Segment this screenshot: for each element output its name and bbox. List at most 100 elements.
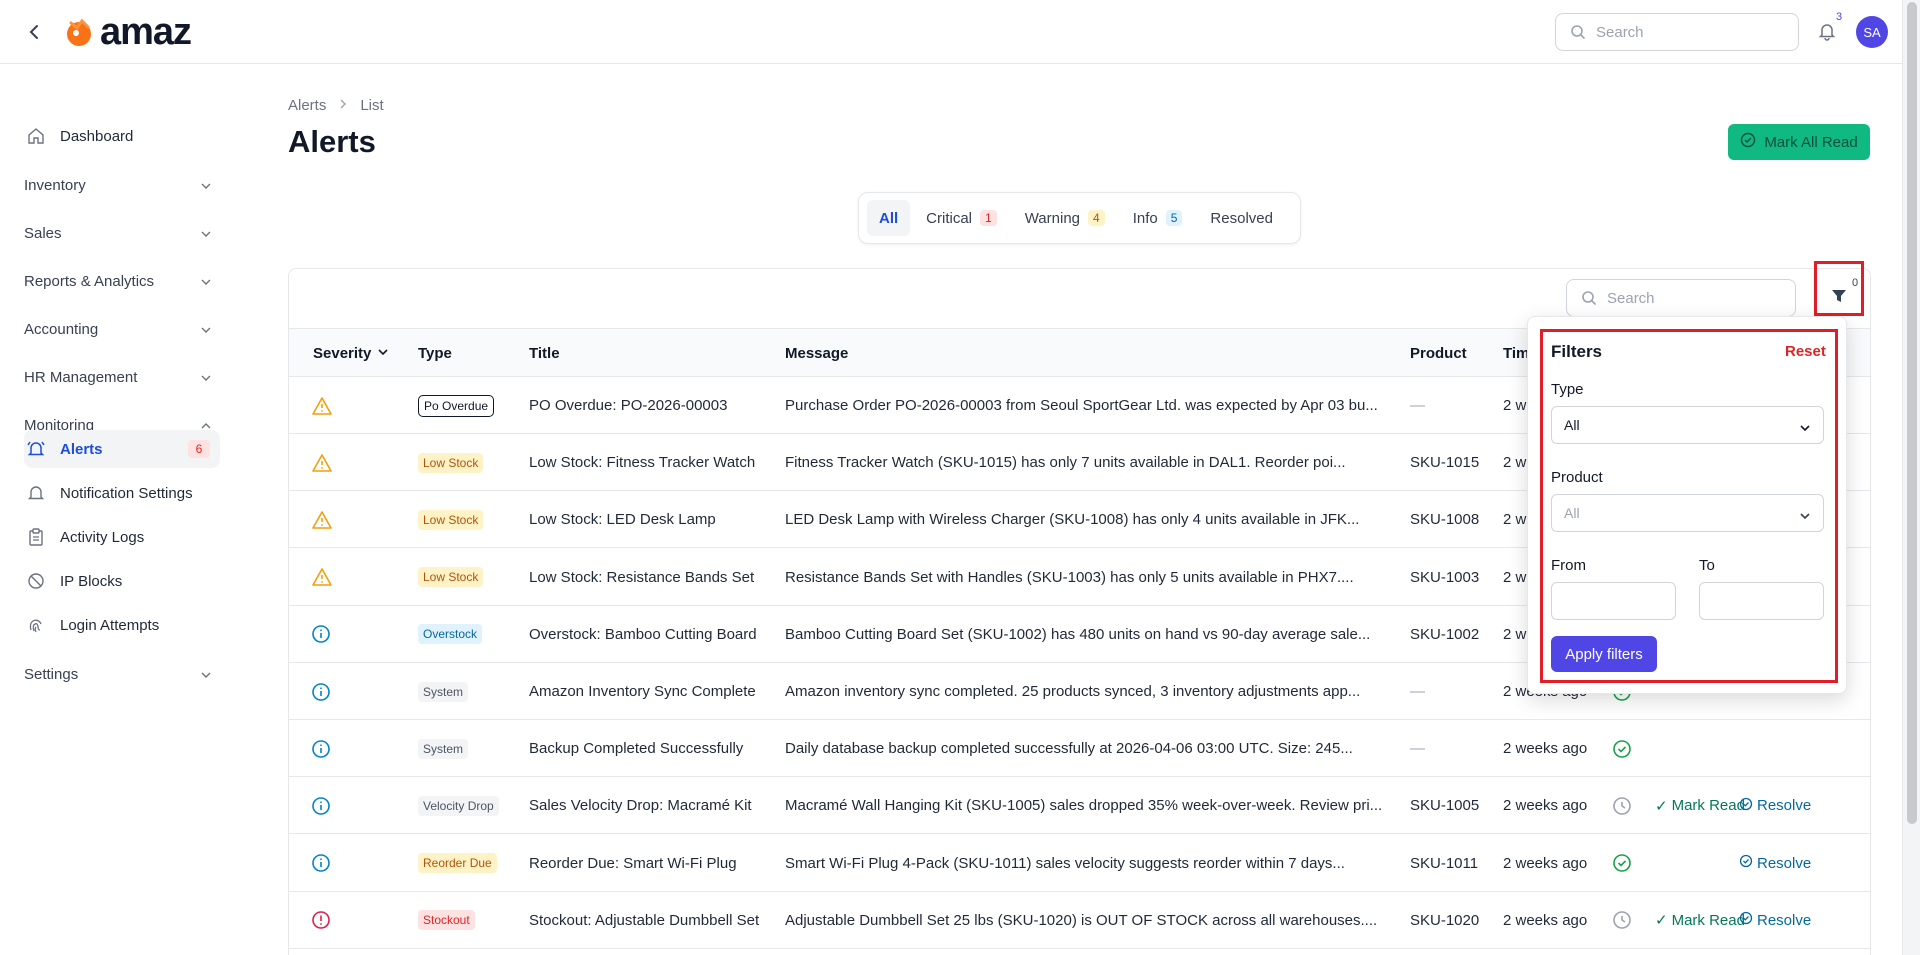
filter-icon[interactable] <box>1826 283 1852 309</box>
column-header-message: Message <box>785 345 849 362</box>
read-check-icon <box>1612 835 1632 892</box>
resolve-label: Resolve <box>1757 911 1812 929</box>
breadcrumb-root-link[interactable]: Alerts <box>288 97 326 114</box>
chevron-down-icon <box>200 371 212 388</box>
filters-reset-button[interactable]: Reset <box>1785 343 1826 360</box>
sidebar-item-settings[interactable]: Settings <box>24 654 220 694</box>
type-cell: Velocity Drop <box>418 777 499 834</box>
page-scrollbar[interactable] <box>1902 0 1920 955</box>
table-row[interactable]: Velocity Drop Sales Velocity Drop: Macram… <box>289 777 1870 835</box>
alert-circle-icon <box>311 892 331 949</box>
tab-warning[interactable]: Warning 4 <box>1013 200 1117 236</box>
filter-from-date-input[interactable] <box>1551 582 1676 620</box>
filter-to-date-input[interactable] <box>1699 582 1824 620</box>
sidebar-item-hr[interactable]: HR Management <box>24 357 220 397</box>
sidebar-item-label: Reports & Analytics <box>24 272 155 290</box>
sidebar-item-ip-blocks[interactable]: IP Blocks <box>24 562 220 600</box>
filter-product-label: Product <box>1551 469 1603 486</box>
filter-type-select[interactable]: All <box>1551 406 1824 444</box>
sidebar-item-label: Inventory <box>24 176 86 194</box>
home-icon <box>24 124 48 148</box>
sidebar-item-activity-logs[interactable]: Activity Logs <box>24 518 220 556</box>
message-cell: LED Desk Lamp with Wireless Charger (SKU… <box>785 511 1360 529</box>
warning-triangle-icon <box>311 377 333 434</box>
column-header-severity[interactable]: Severity <box>313 345 389 362</box>
type-badge: System <box>418 738 469 759</box>
sidebar-item-accounting[interactable]: Accounting <box>24 309 220 349</box>
resolve-button[interactable]: Resolve <box>1739 892 1811 949</box>
sidebar-item-label: Dashboard <box>60 127 134 145</box>
mark-read-label: Mark Read <box>1671 911 1745 929</box>
tab-info[interactable]: Info 5 <box>1121 200 1195 236</box>
sidebar-item-reports[interactable]: Reports & Analytics <box>24 261 220 301</box>
column-header-time: Tim <box>1503 345 1530 362</box>
filter-product-select[interactable]: All <box>1551 494 1824 532</box>
resolve-button[interactable]: Resolve <box>1739 777 1811 834</box>
filter-type-label: Type <box>1551 381 1584 398</box>
info-circle-icon <box>311 720 331 777</box>
column-header-product: Product <box>1410 345 1467 362</box>
type-badge: Low Stock <box>418 509 484 530</box>
table-row[interactable]: Reorder Due Reorder Due: Smart Wi-Fi Plug… <box>289 835 1870 892</box>
filters-title: Filters <box>1551 342 1603 361</box>
type-badge: Overstock <box>418 624 483 645</box>
warning-triangle-icon <box>311 491 333 548</box>
column-header-title: Title <box>529 345 560 362</box>
filter-from-label: From <box>1551 557 1586 574</box>
message-cell: Daily database backup completed successf… <box>785 740 1353 758</box>
app-logo[interactable]: amaz <box>62 12 192 52</box>
tab-all[interactable]: All <box>867 200 911 236</box>
sidebar-item-login-attempts[interactable]: Login Attempts <box>24 606 220 644</box>
sidebar-item-alerts[interactable]: Alerts 6 <box>24 430 220 468</box>
tab-count-badge: 1 <box>980 210 997 226</box>
top-bar: amaz Search 3 SA <box>0 0 1902 64</box>
column-header-label: Severity <box>313 345 372 362</box>
tab-critical[interactable]: Critical 1 <box>914 200 1009 236</box>
sidebar-item-label: Sales <box>24 224 62 242</box>
chevron-down-icon <box>200 668 212 685</box>
table-row[interactable]: Stockout Stockout: Adjustable Dumbbell Se… <box>289 892 1870 949</box>
clock-icon <box>1612 892 1632 949</box>
sidebar-item-label: IP Blocks <box>60 572 123 590</box>
search-icon <box>1581 290 1597 310</box>
tab-label: All <box>879 209 899 227</box>
table-row[interactable]: System Backup Completed Successfully Daily… <box>289 720 1870 778</box>
alarm-bell-icon <box>24 437 48 461</box>
table-search-input[interactable]: Search <box>1566 279 1796 317</box>
type-badge: Velocity Drop <box>418 795 499 816</box>
resolve-button[interactable]: Resolve <box>1739 835 1811 892</box>
type-cell: Stockout <box>418 892 475 949</box>
apply-filters-button[interactable]: Apply filters <box>1551 636 1657 672</box>
chevron-down-icon <box>1799 509 1811 525</box>
product-cell: SKU-1011 <box>1410 854 1479 872</box>
mark-read-button[interactable]: ✓ Mark Read <box>1655 777 1745 834</box>
avatar[interactable]: SA <box>1856 16 1888 48</box>
sidebar-item-notification-settings[interactable]: Notification Settings <box>24 474 220 512</box>
title-cell: Low Stock: Resistance Bands Set <box>529 568 755 586</box>
sidebar-item-label: Login Attempts <box>60 616 160 634</box>
back-arrow-icon[interactable] <box>22 20 46 44</box>
time-cell: 2 weeks ago <box>1503 797 1588 815</box>
global-search-input[interactable]: Search <box>1555 13 1799 51</box>
sidebar-item-inventory[interactable]: Inventory <box>24 165 220 205</box>
message-cell: Bamboo Cutting Board Set (SKU-1002) has … <box>785 625 1371 643</box>
scrollbar-thumb[interactable] <box>1907 2 1917 824</box>
chevron-down-icon <box>377 345 389 362</box>
sidebar-item-sales[interactable]: Sales <box>24 213 220 253</box>
product-cell: — <box>1410 397 1425 414</box>
tab-resolved[interactable]: Resolved <box>1198 200 1285 236</box>
block-icon <box>24 569 48 593</box>
check-circle-icon <box>1739 797 1753 815</box>
sidebar-item-label: Activity Logs <box>60 528 145 546</box>
resolve-label: Resolve <box>1757 854 1812 872</box>
mark-all-read-button[interactable]: Mark All Read <box>1728 124 1870 160</box>
chevron-down-icon <box>1799 421 1811 437</box>
sidebar-item-dashboard[interactable]: Dashboard <box>24 116 220 156</box>
type-badge: Low Stock <box>418 567 484 588</box>
mark-read-button[interactable]: ✓ Mark Read <box>1655 892 1745 949</box>
info-circle-icon <box>311 777 331 834</box>
sidebar-item-label: Notification Settings <box>60 484 193 502</box>
product-cell: SKU-1008 <box>1410 511 1480 529</box>
type-badge: System <box>418 681 469 702</box>
tab-label: Critical <box>926 209 973 227</box>
